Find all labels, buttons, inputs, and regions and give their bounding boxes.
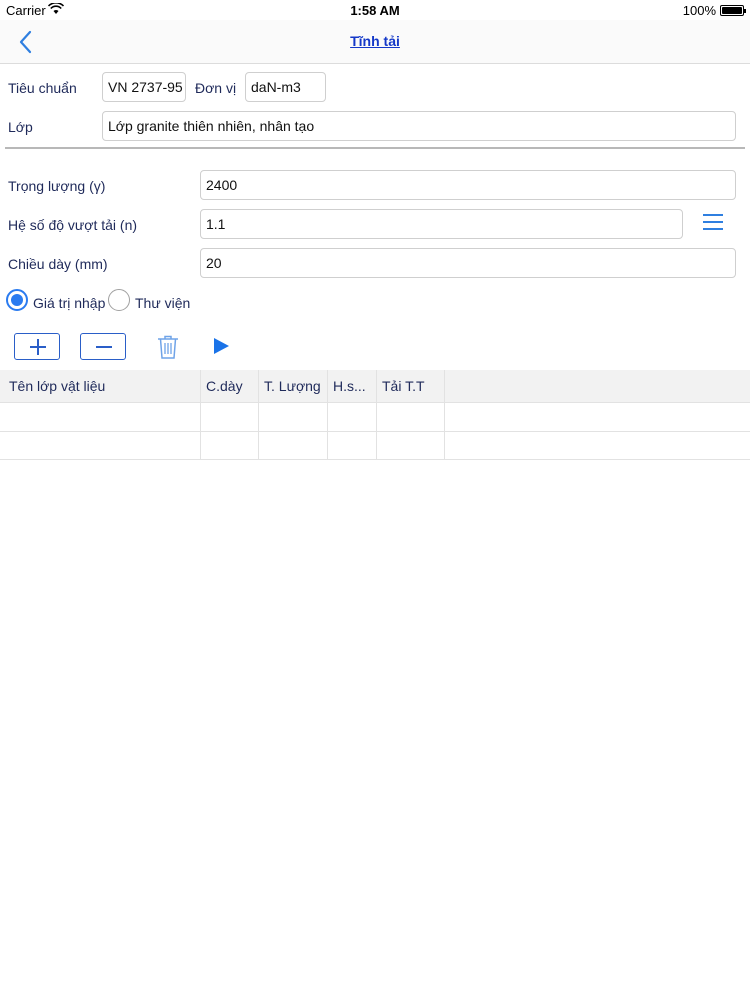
materials-table: Tên lớp vật liệu C.dày T. Lượng H.s... T… [0, 370, 750, 460]
weight-label: Trọng lượng (γ) [8, 178, 106, 194]
table-header: Tên lớp vật liệu C.dày T. Lượng H.s... T… [0, 370, 750, 402]
list-icon[interactable] [703, 214, 723, 234]
table-cell[interactable] [259, 403, 328, 431]
table-cell[interactable] [328, 432, 377, 459]
column-header-material-name[interactable]: Tên lớp vật liệu [5, 370, 201, 402]
column-header-thickness[interactable]: C.dày [201, 370, 259, 402]
table-cell[interactable] [377, 403, 445, 431]
section-divider [5, 147, 745, 149]
minus-icon [96, 346, 112, 348]
play-icon[interactable] [211, 336, 231, 356]
status-bar: Carrier 1:58 AM 100% [0, 0, 750, 20]
table-cell[interactable] [259, 432, 328, 459]
layer-field[interactable]: Lớp granite thiên nhiên, nhân tạo [102, 111, 736, 141]
trash-icon[interactable] [156, 334, 180, 360]
input-value-label[interactable]: Giá trị nhập [33, 295, 105, 311]
battery-icon [720, 5, 746, 16]
navigation-bar: Tĩnh tải [0, 20, 750, 64]
standard-label: Tiêu chuẩn [8, 80, 77, 96]
unit-label: Đơn vị [195, 80, 237, 96]
table-row[interactable] [0, 431, 750, 460]
column-header-weight[interactable]: T. Lượng [259, 370, 328, 402]
standard-field[interactable]: VN 2737-95 [102, 72, 186, 102]
library-radio[interactable] [108, 289, 130, 311]
battery-percent: 100% [682, 3, 716, 18]
column-header-load[interactable]: Tải T.T [377, 370, 445, 402]
add-row-button[interactable] [14, 333, 60, 360]
overload-factor-label: Hệ số độ vượt tải (n) [8, 217, 138, 233]
input-value-radio[interactable] [6, 289, 28, 311]
clock: 1:58 AM [350, 3, 400, 18]
unit-field[interactable]: daN-m3 [245, 72, 326, 102]
page-title[interactable]: Tĩnh tải [0, 33, 750, 49]
table-cell[interactable] [201, 403, 259, 431]
weight-field[interactable]: 2400 [200, 170, 736, 200]
table-cell[interactable] [5, 432, 201, 459]
table-cell[interactable] [201, 432, 259, 459]
thickness-label: Chiều dày (mm) [8, 256, 108, 272]
thickness-field[interactable]: 20 [200, 248, 736, 278]
layer-label: Lớp [8, 119, 33, 135]
library-label[interactable]: Thư viện [135, 295, 190, 311]
table-cell[interactable] [377, 432, 445, 459]
column-header-factor[interactable]: H.s... [328, 370, 377, 402]
table-cell[interactable] [5, 403, 201, 431]
table-cell[interactable] [328, 403, 377, 431]
overload-factor-field[interactable]: 1.1 [200, 209, 683, 239]
remove-row-button[interactable] [80, 333, 126, 360]
table-row[interactable] [0, 402, 750, 431]
